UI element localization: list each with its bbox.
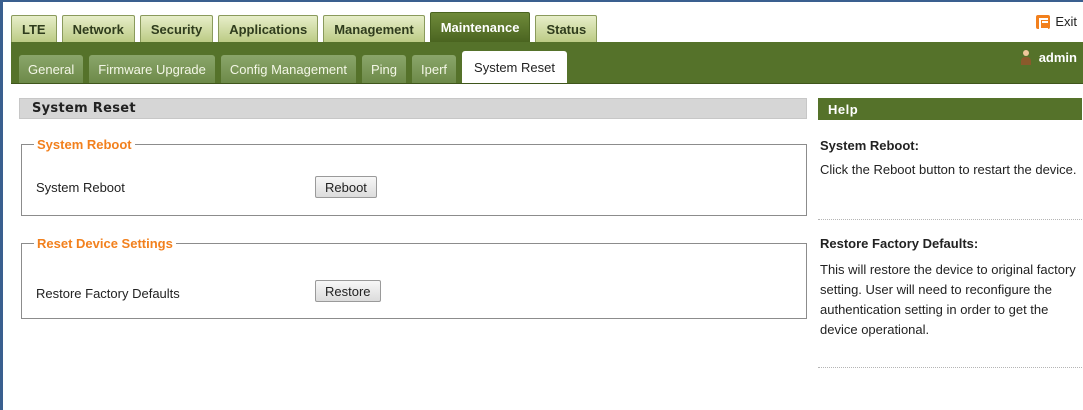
tab-security[interactable]: Security bbox=[139, 15, 214, 42]
restore-button[interactable]: Restore bbox=[315, 280, 381, 302]
help-reboot-text: Click the Reboot button to restart the d… bbox=[820, 162, 1077, 177]
reset-device-settings-legend: Reset Device Settings bbox=[37, 236, 173, 251]
page-title: System Reset bbox=[19, 98, 807, 119]
tab-lte[interactable]: LTE bbox=[11, 15, 57, 42]
tab-network[interactable]: Network bbox=[61, 15, 135, 42]
user-icon bbox=[1020, 50, 1031, 65]
tab-management[interactable]: Management bbox=[323, 15, 425, 42]
exit-icon bbox=[1036, 14, 1051, 30]
sub-nav: General Firmware Upgrade Config Manageme… bbox=[19, 51, 573, 83]
system-reboot-group: System Reboot System Reboot Reboot bbox=[21, 137, 807, 216]
help-divider bbox=[818, 219, 1082, 220]
exit-label: Exit bbox=[1055, 14, 1077, 29]
reboot-button[interactable]: Reboot bbox=[315, 176, 377, 198]
help-divider bbox=[818, 367, 1082, 368]
tab-applications[interactable]: Applications bbox=[218, 15, 319, 42]
help-reboot-title: System Reboot: bbox=[820, 138, 919, 153]
main-nav: LTE Network Security Applications Manage… bbox=[11, 12, 602, 42]
user-indicator: admin bbox=[1020, 50, 1077, 65]
subtab-firmware-upgrade[interactable]: Firmware Upgrade bbox=[89, 55, 215, 83]
system-reboot-legend: System Reboot bbox=[37, 137, 132, 152]
subtab-iperf[interactable]: Iperf bbox=[412, 55, 457, 83]
tab-status[interactable]: Status bbox=[535, 15, 598, 42]
system-reboot-label: System Reboot bbox=[36, 180, 125, 195]
subtab-config-management[interactable]: Config Management bbox=[220, 55, 356, 83]
tab-maintenance[interactable]: Maintenance bbox=[429, 12, 531, 42]
reset-device-settings-group: Reset Device Settings Restore Factory De… bbox=[21, 236, 807, 319]
restore-factory-defaults-label: Restore Factory Defaults bbox=[36, 286, 180, 301]
exit-link[interactable]: Exit bbox=[1036, 14, 1077, 30]
subtab-general[interactable]: General bbox=[19, 55, 84, 83]
user-name: admin bbox=[1038, 50, 1077, 65]
sub-nav-bar: General Firmware Upgrade Config Manageme… bbox=[11, 42, 1083, 84]
subtab-system-reset[interactable]: System Reset bbox=[462, 51, 567, 83]
help-header: Help bbox=[818, 98, 1082, 120]
help-restore-text: This will restore the device to original… bbox=[820, 262, 1076, 337]
subtab-ping[interactable]: Ping bbox=[361, 55, 407, 83]
help-restore-title: Restore Factory Defaults: bbox=[820, 236, 979, 251]
